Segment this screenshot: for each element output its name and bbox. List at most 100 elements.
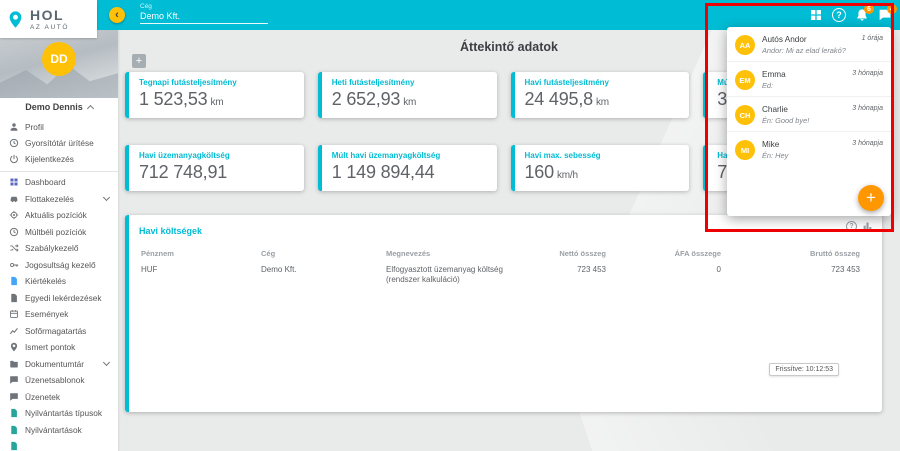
avatar: MI xyxy=(735,140,755,160)
message-preview: Andor: Mi az elad lerakó? xyxy=(762,46,855,55)
col-header: ÁFA összege xyxy=(606,249,721,258)
stat-unit: km xyxy=(210,97,223,108)
messages-panel: AA Autós Andor Andor: Mi az elad lerakó?… xyxy=(727,27,891,216)
company-value: Demo Kft. xyxy=(140,11,268,21)
new-message-fab[interactable]: + xyxy=(858,185,884,211)
sidebar-item-dashboard[interactable]: Dashboard xyxy=(0,174,118,191)
company-selector[interactable]: Cég Demo Kft. xyxy=(140,3,268,24)
main-menu: Dashboard Flottakezelés Aktuális pozíció… xyxy=(0,174,118,451)
cell-currency: HUF xyxy=(141,265,261,286)
company-label: Cég xyxy=(140,3,268,10)
message-preview: Ed: xyxy=(762,81,845,90)
chat-icon xyxy=(9,392,19,402)
sidebar-item-uzenetsablonok[interactable]: Üzenetsablonok xyxy=(0,372,118,389)
user-name: Demo Dennis xyxy=(25,102,83,112)
sidebar-item-nyilvantartas-tipusok[interactable]: Nyilvántartás típusok xyxy=(0,405,118,422)
stat-value: 24 495,8 xyxy=(525,89,593,109)
stat-card-havi-futas: Havi futásteljesítmény 24 495,8km xyxy=(511,72,690,118)
message-time: 3 hónapja xyxy=(852,105,883,125)
car-icon xyxy=(9,194,19,204)
avatar: CH xyxy=(735,105,755,125)
map-pin-icon xyxy=(9,342,19,352)
sidebar-item-esemenyek[interactable]: Események xyxy=(0,306,118,323)
message-preview: Én: Hey xyxy=(762,151,845,160)
table-help-icon[interactable]: ? xyxy=(846,221,857,232)
top-header xyxy=(0,0,900,30)
stat-value: 1 149 894,44 xyxy=(332,162,435,182)
stat-value: 7 xyxy=(717,162,727,182)
stat-unit: km/h xyxy=(557,170,578,181)
messages-button[interactable]: 4 xyxy=(878,8,892,22)
avatar: AA xyxy=(735,35,755,55)
dashboard-icon xyxy=(9,177,19,187)
message-time: 3 hónapja xyxy=(852,70,883,90)
message-time: 1 órája xyxy=(862,35,883,55)
message-time: 3 hónapja xyxy=(852,140,883,160)
sidebar-item-ismert-pontok[interactable]: Ismert pontok xyxy=(0,339,118,356)
sidebar-item-kijelentkezes[interactable]: Kijelentkezés xyxy=(0,151,118,167)
cell-gross: 723 453 xyxy=(721,265,860,286)
sidebar-item-kiertekeles[interactable]: Kiértékelés xyxy=(0,273,118,290)
bell-badge: 6 xyxy=(864,4,874,14)
user-menu-toggle[interactable]: Demo Dennis xyxy=(0,98,118,116)
message-list-item[interactable]: EM Emma Ed: 3 hónapja xyxy=(727,62,891,97)
stat-card-tegnapi-futas: Tegnapi futásteljesítmény 1 523,53km xyxy=(125,72,304,118)
sidebar-item-gyorsitotar[interactable]: Gyorsítótár ürítése xyxy=(0,135,118,151)
sidebar-item-profil[interactable]: Profil xyxy=(0,119,118,135)
report-icon xyxy=(9,276,19,286)
car-pin-logo-icon xyxy=(6,8,25,31)
sidebar-item-uzenetek[interactable]: Üzenetek xyxy=(0,389,118,406)
add-widget-button[interactable]: + xyxy=(132,54,146,68)
cell-company: Demo Kft. xyxy=(261,265,386,286)
notifications-bell-button[interactable]: 6 xyxy=(855,8,869,22)
apps-grid-icon[interactable] xyxy=(809,8,823,22)
message-list-item[interactable]: AA Autós Andor Andor: Mi az elad lerakó?… xyxy=(727,27,891,62)
query-icon xyxy=(9,293,19,303)
app-root: ? 6 4 HOL AZ AUTÓ ‹ Cég Demo Kft. DD Dem… xyxy=(0,0,900,451)
sidebar-item-partial[interactable] xyxy=(0,438,118,451)
sidebar-item-soformagatartas[interactable]: Sofőrmagatartás xyxy=(0,323,118,340)
sidebar-item-multbeli-poziciok[interactable]: Múltbéli pozíciók xyxy=(0,224,118,241)
chat-badge: 4 xyxy=(887,4,897,14)
sidebar-collapse-button[interactable]: ‹ xyxy=(109,7,125,23)
refreshed-badge: Frissítve: 10:12:53 xyxy=(769,363,839,376)
sidebar-divider xyxy=(0,171,118,172)
person-icon xyxy=(9,122,19,132)
stat-value: 3 xyxy=(717,89,727,109)
message-list-item[interactable]: MI Mike Én: Hey 3 hónapja xyxy=(727,132,891,166)
history-icon xyxy=(9,138,19,148)
sidebar-item-dokumentumtar[interactable]: Dokumentumtár xyxy=(0,356,118,373)
col-header: Pénznem xyxy=(141,249,261,258)
col-header: Cég xyxy=(261,249,386,258)
logo-line1: HOL xyxy=(30,8,69,22)
col-header: Megnevezés xyxy=(386,249,536,258)
key-icon xyxy=(9,260,19,270)
sidebar-item-szabalykezelo[interactable]: Szabálykezelő xyxy=(0,240,118,257)
chevron-down-icon xyxy=(103,194,110,201)
sidebar-item-flottakezeles[interactable]: Flottakezelés xyxy=(0,191,118,208)
power-icon xyxy=(9,154,19,164)
help-icon[interactable]: ? xyxy=(832,8,846,22)
sidebar-item-jogosultsag-kezelo[interactable]: Jogosultság kezelő xyxy=(0,257,118,274)
sidebar-item-egyedi-lekerdezesek[interactable]: Egyedi lekérdezések xyxy=(0,290,118,307)
monthly-costs-card: Havi költségek ? Pénznem Cég Megnevezés … xyxy=(125,215,882,412)
chart-line-icon xyxy=(9,326,19,336)
cell-net: 723 453 xyxy=(536,265,606,286)
sidebar-item-nyilvantartasok[interactable]: Nyilvántartások xyxy=(0,422,118,439)
sidebar: DD Demo Dennis Profil Gyorsítótár ürítés… xyxy=(0,30,118,451)
folder-icon xyxy=(9,359,19,369)
header-actions: ? 6 4 xyxy=(809,0,892,30)
col-header: Nettó összeg xyxy=(536,249,606,258)
sidebar-item-aktualis-poziciok[interactable]: Aktuális pozíciók xyxy=(0,207,118,224)
crosshair-icon xyxy=(9,210,19,220)
user-avatar[interactable]: DD xyxy=(42,42,76,76)
cell-name: Elfogyasztott üzemanyag költség (rendsze… xyxy=(386,265,536,286)
stat-unit: km xyxy=(403,97,416,108)
profile-background-image: DD xyxy=(0,30,118,98)
table-chart-icon[interactable] xyxy=(862,221,873,232)
logo-line2: AZ AUTÓ xyxy=(30,24,69,31)
message-sender: Mike xyxy=(762,140,845,149)
message-list-item[interactable]: CH Charlie Én: Good bye! 3 hónapja xyxy=(727,97,891,132)
document-icon xyxy=(9,408,19,418)
table-row[interactable]: HUF Demo Kft. Elfogyasztott üzemanyag kö… xyxy=(139,265,872,286)
